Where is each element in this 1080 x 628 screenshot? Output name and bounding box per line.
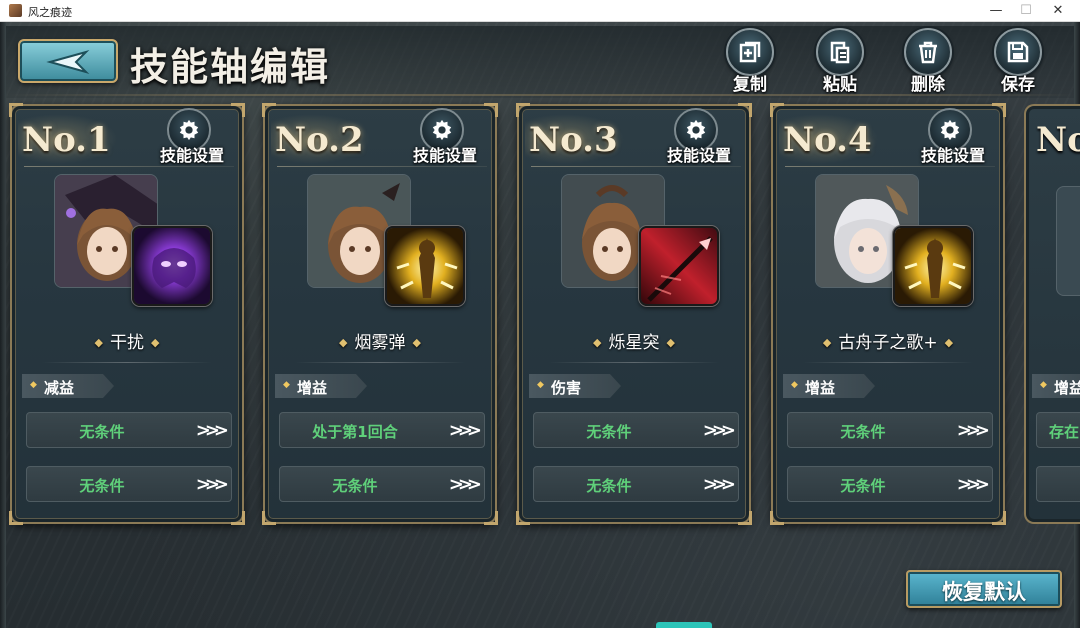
condition-slot-1[interactable]: 存在 bbox=[1036, 412, 1080, 448]
skill-type-tag: ◆ 减益 bbox=[22, 374, 114, 398]
gear-icon bbox=[432, 119, 452, 141]
card-number: No bbox=[1036, 120, 1080, 160]
copy-label: 复制 bbox=[733, 75, 767, 95]
game-viewport: 技能轴编辑 复制 粘贴 删除 保存 No.1 技能设置 ◆ 干扰 ◆ ◆ 减益 无 bbox=[0, 22, 1080, 628]
skill-icon-buff bbox=[893, 226, 973, 306]
paste-label: 粘贴 bbox=[823, 75, 857, 95]
back-arrow-icon bbox=[46, 50, 90, 74]
condition-text: 无条件 bbox=[332, 477, 378, 495]
page-title: 技能轴编辑 bbox=[130, 44, 331, 89]
skill-settings-label: 技能设置 bbox=[920, 146, 985, 165]
skill-icon-buff bbox=[385, 226, 465, 306]
skill-type-label: 减益 bbox=[44, 379, 75, 397]
app-icon bbox=[9, 4, 22, 17]
condition-slot-1[interactable]: 无条件 >>> bbox=[787, 412, 993, 448]
skill-name: 烟雾弹 bbox=[354, 333, 406, 353]
delete-button[interactable]: 删除 bbox=[898, 26, 958, 98]
frame-left bbox=[0, 22, 6, 628]
trash-icon bbox=[919, 41, 937, 64]
skill-type-label: 增益 bbox=[1054, 379, 1080, 397]
skill-name-row: ◆ 烟雾弹 ◆ bbox=[339, 333, 421, 353]
copy-icon bbox=[739, 41, 761, 63]
condition-text: 无条件 bbox=[586, 423, 632, 441]
character-portrait bbox=[1056, 186, 1080, 296]
window-title: 风之痕迹 bbox=[28, 6, 72, 19]
skill-icon-curse bbox=[132, 226, 212, 306]
skill-card-3: No.3 技能设置 ◆ 烁星突 ◆ ◆ 伤害 无条件 >>> 无条件 >>> bbox=[516, 103, 752, 525]
save-button[interactable]: 保存 bbox=[988, 26, 1048, 98]
skill-name: 古舟子之歌+ bbox=[838, 333, 938, 353]
condition-text: 无条件 bbox=[79, 423, 125, 441]
skill-name-row: ◆ 烁星突 ◆ bbox=[593, 333, 675, 353]
skill-type-label: 增益 bbox=[805, 379, 836, 397]
condition-text: 处于第1回合 bbox=[312, 423, 398, 441]
delete-label: 删除 bbox=[911, 75, 945, 95]
triple-chevron-icon: >>> bbox=[956, 420, 990, 441]
condition-text: 无条件 bbox=[79, 477, 125, 495]
skill-type-label: 伤害 bbox=[551, 379, 582, 397]
card-number: No.3 bbox=[529, 120, 618, 160]
maximize-button[interactable]: ☐ bbox=[1010, 0, 1042, 22]
skill-type-label: 增益 bbox=[297, 379, 328, 397]
skill-type-tag: ◆ 伤害 bbox=[529, 374, 621, 398]
skill-card-5-partial: No ◆增益 存在 bbox=[1024, 104, 1080, 524]
skill-card-1: No.1 技能设置 ◆ 干扰 ◆ ◆ 减益 无条件 >>> 无条件 >>> bbox=[9, 103, 245, 525]
skill-type-tag: ◆增益 bbox=[783, 374, 875, 398]
card-number: No.4 bbox=[783, 120, 872, 160]
card-number: No.1 bbox=[22, 120, 111, 160]
bottom-indicator bbox=[656, 622, 712, 628]
skill-name-row: ◆ 古舟子之歌+ ◆ bbox=[822, 333, 954, 353]
condition-slot-2[interactable]: 无条件 >>> bbox=[787, 466, 993, 502]
condition-slot-2[interactable] bbox=[1036, 466, 1080, 502]
skill-settings-label: 技能设置 bbox=[412, 146, 477, 165]
triple-chevron-icon: >>> bbox=[956, 474, 990, 495]
skill-name-row: ◆ 干扰 ◆ bbox=[94, 333, 160, 353]
triple-chevron-icon: >>> bbox=[195, 420, 229, 441]
restore-default-button[interactable]: 恢复默认 bbox=[906, 570, 1062, 608]
gear-icon bbox=[179, 119, 199, 141]
skill-icon-spear bbox=[639, 226, 719, 306]
skill-type-tag: ◆增益 bbox=[1032, 374, 1080, 398]
gear-icon bbox=[940, 119, 960, 141]
skill-card-4: No.4 技能设置 ◆ 古舟子之歌+ ◆ ◆ 增益 无条件 >>> 无条件 >>> bbox=[770, 103, 1006, 525]
triple-chevron-icon: >>> bbox=[195, 474, 229, 495]
copy-button[interactable]: 复制 bbox=[720, 26, 780, 98]
condition-slot-1[interactable]: 无条件 >>> bbox=[26, 412, 232, 448]
save-label: 保存 bbox=[1001, 75, 1035, 95]
paste-icon bbox=[830, 41, 850, 64]
condition-text: 无条件 bbox=[840, 477, 886, 495]
restore-default-label: 恢复默认 bbox=[942, 579, 1026, 604]
skill-settings-label: 技能设置 bbox=[159, 146, 224, 165]
skill-type-tag: ◆增益 bbox=[275, 374, 367, 398]
condition-slot-1[interactable]: 处于第1回合 >>> bbox=[279, 412, 485, 448]
condition-text: 无条件 bbox=[840, 423, 886, 441]
skill-name: 烁星突 bbox=[608, 333, 660, 353]
condition-slot-1[interactable]: 无条件 >>> bbox=[533, 412, 739, 448]
condition-slot-2[interactable]: 无条件 >>> bbox=[26, 466, 232, 502]
triple-chevron-icon: >>> bbox=[702, 420, 736, 441]
condition-text: 存在 bbox=[1049, 423, 1080, 441]
condition-slot-2[interactable]: 无条件 >>> bbox=[533, 466, 739, 502]
condition-slot-2[interactable]: 无条件 >>> bbox=[279, 466, 485, 502]
paste-button[interactable]: 粘贴 bbox=[810, 26, 870, 98]
triple-chevron-icon: >>> bbox=[448, 420, 482, 441]
card-number: No.2 bbox=[275, 120, 364, 160]
skill-card-2: No.2 技能设置 ◆ 烟雾弹 ◆ ◆ 增益 处于第1回合 >>> 无条件 >>> bbox=[262, 103, 498, 525]
skill-settings-label: 技能设置 bbox=[666, 146, 731, 165]
triple-chevron-icon: >>> bbox=[702, 474, 736, 495]
gear-icon bbox=[686, 119, 706, 141]
skill-name: 干扰 bbox=[110, 333, 144, 353]
minimize-button[interactable]: — bbox=[980, 0, 1012, 22]
back-button[interactable] bbox=[18, 39, 118, 83]
save-icon bbox=[1007, 41, 1029, 63]
triple-chevron-icon: >>> bbox=[448, 474, 482, 495]
window-titlebar: 风之痕迹 — ☐ ✕ bbox=[0, 0, 1080, 22]
condition-text: 无条件 bbox=[586, 477, 632, 495]
close-button[interactable]: ✕ bbox=[1042, 0, 1074, 22]
